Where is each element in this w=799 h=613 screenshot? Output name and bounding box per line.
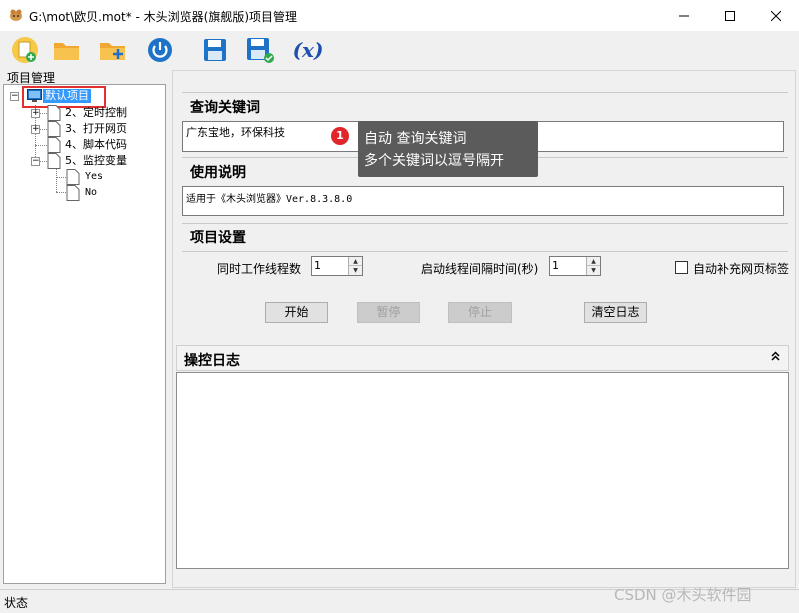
power-icon: [148, 38, 172, 62]
tooltip-line-2: 多个关键词以逗号隔开: [364, 153, 504, 169]
window-title: G:\mot\欧贝.mot* - 木头浏览器(旗舰版)项目管理: [29, 10, 298, 24]
interval-spinner[interactable]: 1 ▲ ▼: [549, 256, 601, 276]
document-icon: [47, 153, 61, 169]
settings-group-title: 项目设置: [190, 230, 246, 246]
add-folder-button[interactable]: [96, 34, 130, 66]
save-icon: [204, 39, 226, 61]
tooltip-line-1: 自动 查询关键词: [364, 131, 467, 147]
group-divider: [182, 251, 788, 252]
threads-label: 同时工作线程数: [217, 262, 302, 276]
query-keywords-value: 广东宝地，环保科技: [186, 126, 285, 139]
interval-value: 1: [552, 259, 559, 272]
start-button[interactable]: 开始: [265, 302, 328, 323]
variables-button[interactable]: (x): [288, 34, 328, 66]
interval-label: 启动线程间隔时间(秒): [421, 262, 539, 276]
tree-item-no[interactable]: No: [85, 186, 97, 199]
threads-down-button[interactable]: ▼: [349, 266, 362, 275]
usage-notes-input[interactable]: 适用于《木头浏览器》Ver.8.3.8.0: [182, 186, 784, 216]
query-group-title: 查询关键词: [190, 100, 260, 116]
maximize-icon: [725, 10, 735, 21]
status-text: 状态: [4, 596, 29, 610]
log-title: 操控日志: [184, 353, 240, 369]
threads-up-button[interactable]: ▲: [349, 257, 362, 266]
new-project-button[interactable]: [8, 34, 42, 66]
group-divider: [182, 223, 788, 224]
app-icon: [10, 9, 22, 21]
document-icon: [47, 137, 61, 153]
maximize-button[interactable]: [707, 0, 753, 31]
variables-label: (x): [292, 38, 324, 62]
tooltip: 自动 查询关键词 多个关键词以逗号隔开: [358, 121, 538, 177]
folder-open-icon: [54, 43, 79, 60]
usage-group-title: 使用说明: [190, 165, 246, 181]
tree-connector: [56, 192, 66, 193]
tree-root-label[interactable]: 默认项目: [43, 89, 91, 103]
minimize-icon: [679, 15, 689, 16]
open-folder-button[interactable]: [50, 34, 84, 66]
threads-spinner[interactable]: 1 ▲ ▼: [311, 256, 363, 276]
tree-item-timer[interactable]: 2、定时控制: [65, 106, 127, 119]
collapse-icon[interactable]: [771, 351, 780, 361]
tree-toggle-root[interactable]: −: [10, 92, 19, 101]
threads-value: 1: [314, 259, 321, 272]
group-divider: [182, 92, 788, 93]
minimize-button[interactable]: [661, 0, 707, 31]
save-as-button[interactable]: [243, 34, 277, 66]
document-icon: [47, 121, 61, 137]
tree-connector: [56, 166, 57, 192]
usage-notes-value: 适用于《木头浏览器》Ver.8.3.8.0: [186, 194, 353, 205]
tree-connector: [56, 177, 66, 178]
stop-button[interactable]: 停止: [448, 302, 512, 323]
autofill-label: 自动补充网页标签: [693, 262, 789, 276]
log-header[interactable]: 操控日志: [176, 345, 789, 371]
save-button[interactable]: [198, 34, 232, 66]
watermark: CSDN @木头软件园: [614, 586, 752, 604]
interval-up-button[interactable]: ▲: [587, 257, 600, 266]
tree-toggle-item-5[interactable]: −: [31, 157, 40, 166]
tree-item-yes[interactable]: Yes: [85, 170, 103, 183]
autofill-checkbox[interactable]: [675, 261, 688, 274]
power-button[interactable]: [143, 34, 177, 66]
title-bar: G:\mot\欧贝.mot* - 木头浏览器(旗舰版)项目管理: [0, 0, 799, 31]
step-badge: 1: [331, 127, 349, 145]
tree-item-script[interactable]: 4、脚本代码: [65, 138, 127, 151]
log-textarea[interactable]: [176, 372, 789, 569]
tree-toggle-item-3[interactable]: +: [31, 125, 40, 134]
tree-item-open-page[interactable]: 3、打开网页: [65, 122, 127, 135]
document-icon: [66, 169, 80, 185]
toolbar: (x): [0, 31, 799, 69]
tree-connector: [35, 145, 47, 146]
tree-toggle-item-2[interactable]: +: [31, 109, 40, 118]
interval-down-button[interactable]: ▼: [587, 266, 600, 275]
panel-splitter[interactable]: [166, 69, 171, 589]
close-button[interactable]: [753, 0, 799, 31]
save-as-icon: [247, 38, 274, 63]
document-icon: [47, 105, 61, 121]
folder-add-icon: [100, 43, 125, 60]
tree-item-monitor-vars[interactable]: 5、监控变量: [65, 154, 127, 167]
clear-log-button[interactable]: 清空日志: [584, 302, 647, 323]
new-file-icon: [12, 37, 38, 63]
close-icon: [771, 10, 781, 21]
monitor-icon: [27, 89, 42, 102]
document-icon: [66, 185, 80, 201]
pause-button[interactable]: 暂停: [357, 302, 420, 323]
